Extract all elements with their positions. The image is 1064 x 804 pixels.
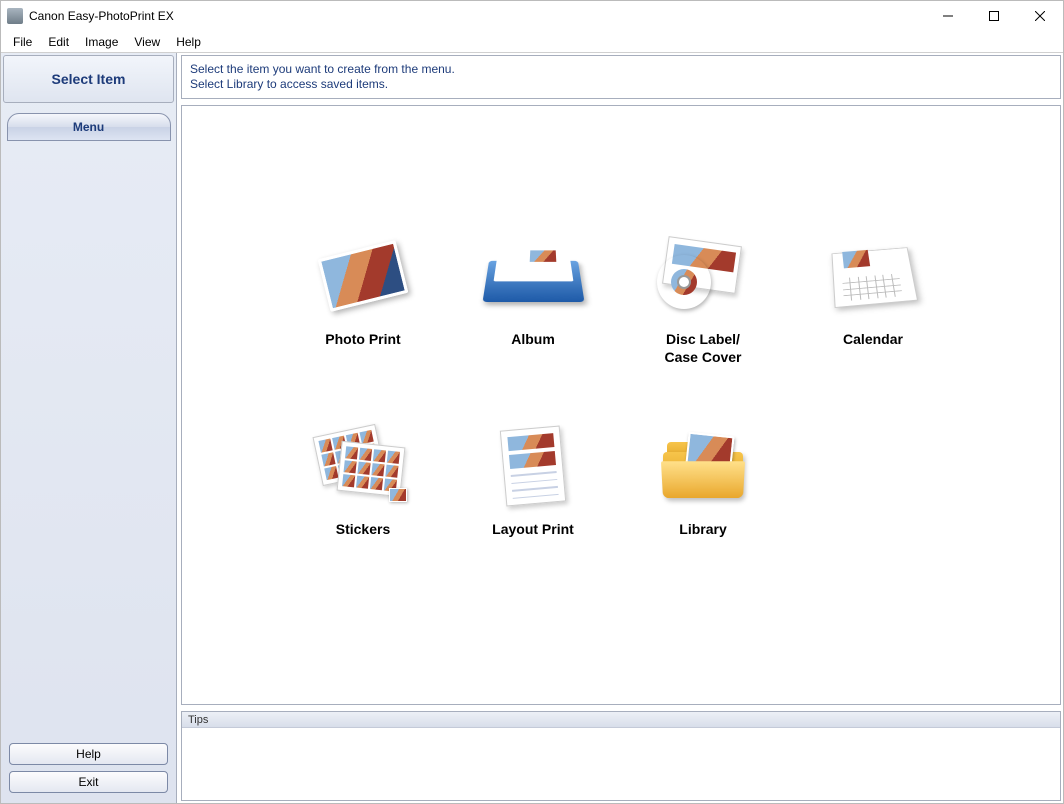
maximize-icon (989, 11, 999, 21)
item-calendar[interactable]: Calendar (788, 236, 958, 366)
library-icon (653, 426, 753, 506)
disc-label-icon (653, 236, 753, 316)
item-calendar-label: Calendar (843, 330, 903, 348)
sidebar-header-label: Select Item (52, 71, 126, 87)
body: Select Item Menu Help Exit Select the it… (1, 53, 1063, 803)
item-library[interactable]: Library (618, 426, 788, 538)
minimize-button[interactable] (925, 1, 971, 31)
item-photo-print-label: Photo Print (325, 330, 400, 348)
item-album-label: Album (511, 330, 555, 348)
help-button-label: Help (76, 747, 101, 761)
item-disc-label[interactable]: Disc Label/ Case Cover (618, 236, 788, 366)
tab-menu-label: Menu (73, 120, 104, 134)
sidebar-spacer (3, 141, 174, 739)
window-controls (925, 1, 1063, 31)
tips-box: Tips (181, 711, 1061, 801)
item-grid: Photo Print Album Disc Label/ Case Cover (278, 236, 1040, 539)
item-layout-print[interactable]: Layout Print (448, 426, 618, 538)
photo-print-icon (313, 236, 413, 316)
sidebar: Select Item Menu Help Exit (1, 53, 177, 803)
item-stickers[interactable]: Stickers (278, 426, 448, 538)
menubar: File Edit Image View Help (1, 31, 1063, 53)
minimize-icon (943, 11, 953, 21)
sidebar-header: Select Item (3, 55, 174, 103)
instruction-box: Select the item you want to create from … (181, 55, 1061, 99)
item-stickers-label: Stickers (336, 520, 390, 538)
tips-header: Tips (182, 712, 1060, 728)
album-icon (483, 236, 583, 316)
instruction-line2: Select Library to access saved items. (190, 77, 1052, 92)
close-icon (1035, 11, 1045, 21)
menu-help[interactable]: Help (168, 33, 209, 51)
menu-file[interactable]: File (5, 33, 40, 51)
app-title: Canon Easy-PhotoPrint EX (29, 9, 925, 23)
app-icon (7, 8, 23, 24)
calendar-icon (823, 236, 923, 316)
main: Select the item you want to create from … (177, 53, 1063, 803)
close-button[interactable] (1017, 1, 1063, 31)
titlebar: Canon Easy-PhotoPrint EX (1, 1, 1063, 31)
item-photo-print[interactable]: Photo Print (278, 236, 448, 366)
help-button[interactable]: Help (9, 743, 168, 765)
menu-image[interactable]: Image (77, 33, 126, 51)
item-library-label: Library (679, 520, 726, 538)
layout-print-icon (483, 426, 583, 506)
app-window: Canon Easy-PhotoPrint EX File Edit Image… (0, 0, 1064, 804)
sidebar-bottom: Help Exit (3, 739, 174, 801)
item-layout-print-label: Layout Print (492, 520, 574, 538)
item-disc-label-label: Disc Label/ Case Cover (664, 330, 741, 366)
content-box: Photo Print Album Disc Label/ Case Cover (181, 105, 1061, 705)
exit-button[interactable]: Exit (9, 771, 168, 793)
stickers-icon (313, 426, 413, 506)
menu-view[interactable]: View (126, 33, 168, 51)
exit-button-label: Exit (78, 775, 98, 789)
maximize-button[interactable] (971, 1, 1017, 31)
menu-edit[interactable]: Edit (40, 33, 77, 51)
tab-menu[interactable]: Menu (7, 113, 171, 141)
item-album[interactable]: Album (448, 236, 618, 366)
instruction-line1: Select the item you want to create from … (190, 62, 1052, 77)
